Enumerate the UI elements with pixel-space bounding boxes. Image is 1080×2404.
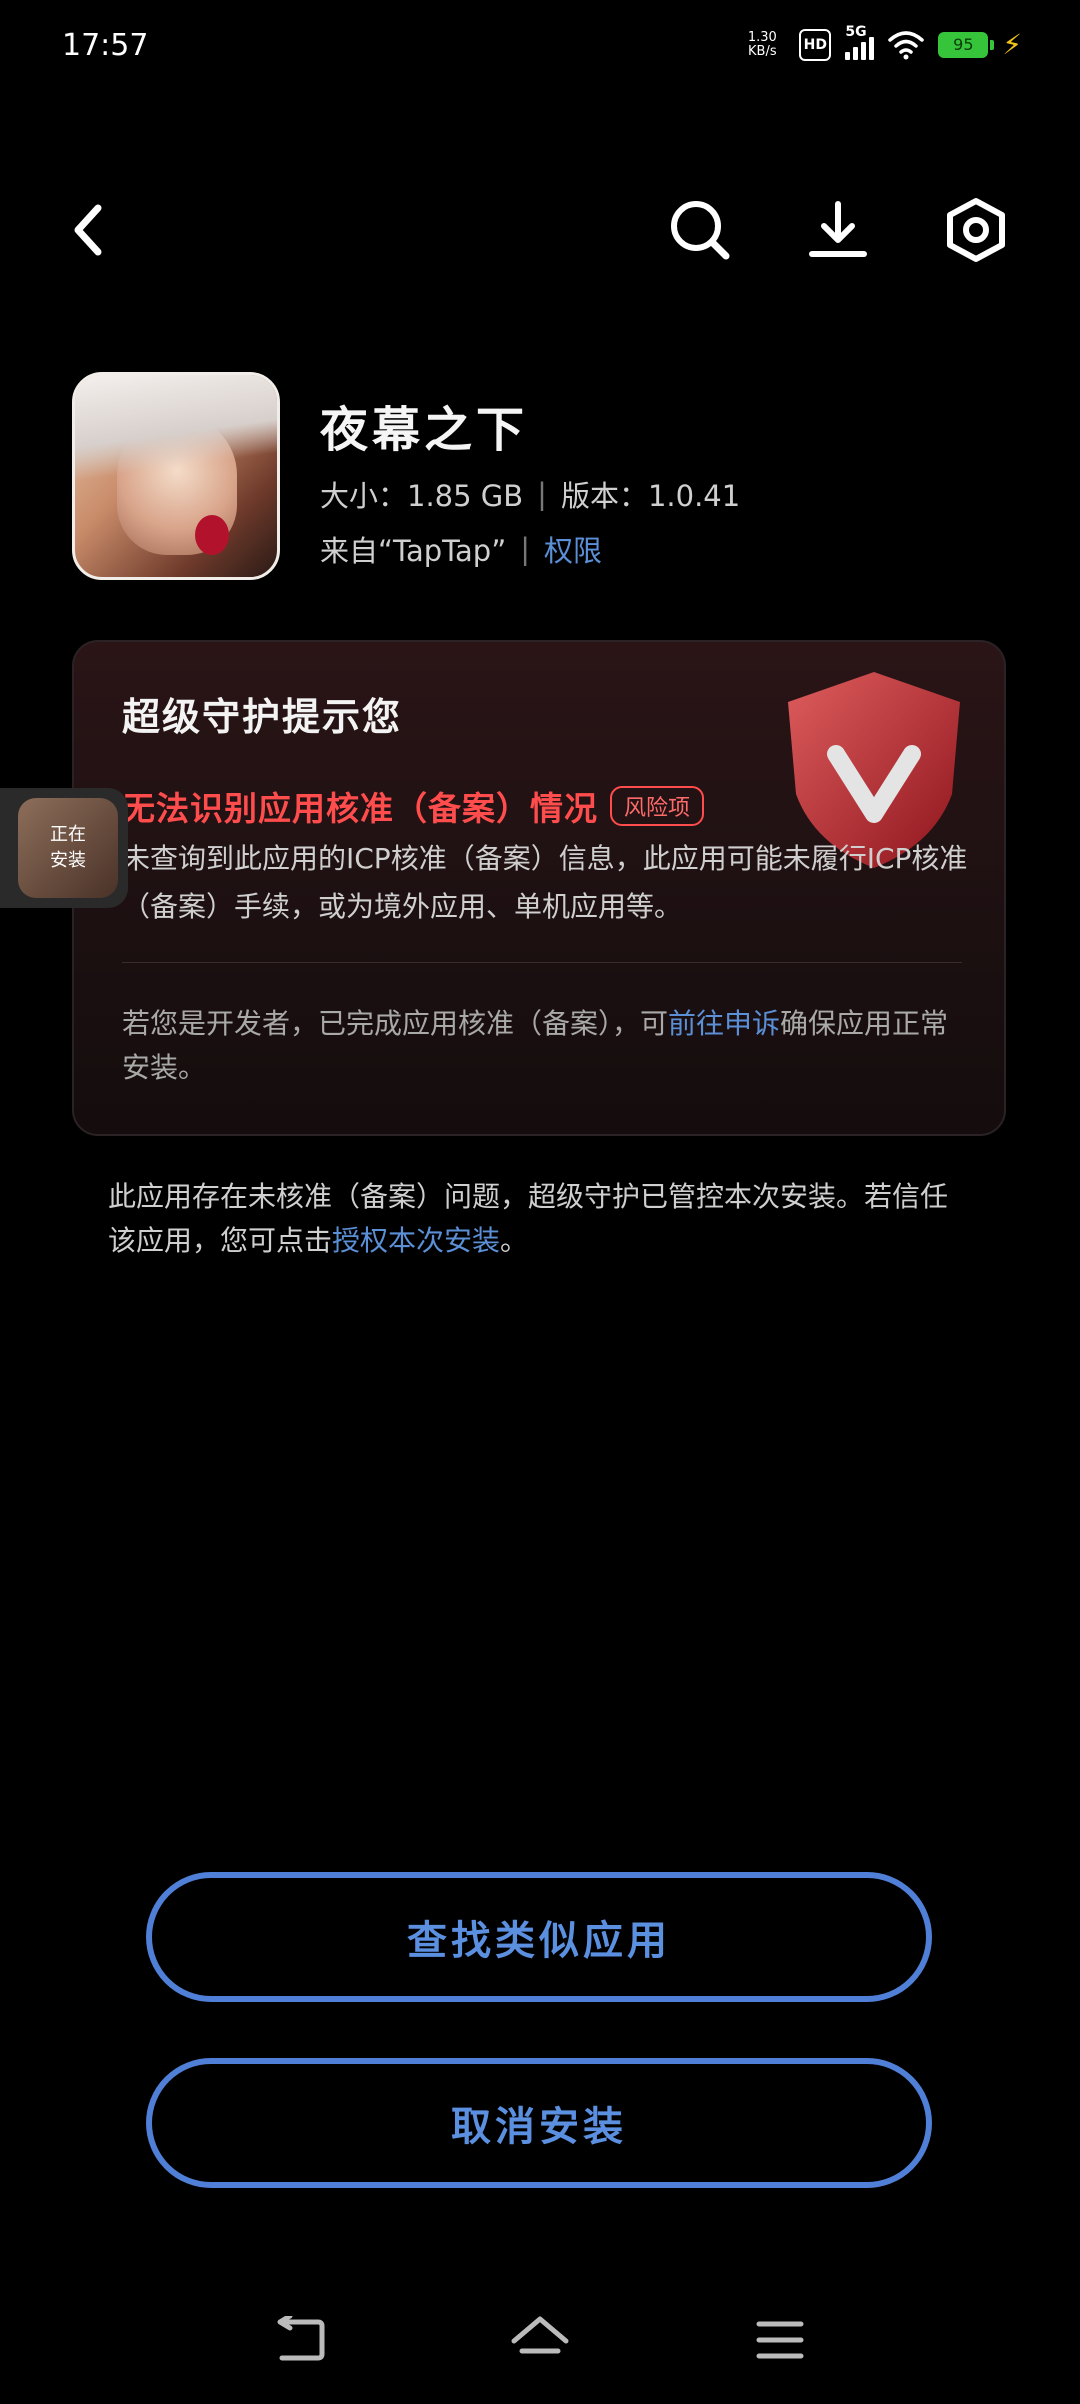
home-icon	[511, 2316, 569, 2354]
meta-separator: |	[537, 477, 547, 511]
app-meta: 大小：1.85 GB | 版本：1.0.41	[320, 473, 740, 515]
status-indicators: 1.30 KB/s HD 5G 95 ⚡	[739, 24, 1022, 62]
appeal-link[interactable]: 前往申诉	[668, 1007, 780, 1040]
back-button[interactable]	[48, 190, 128, 270]
menu-icon	[756, 2321, 804, 2359]
installing-line1: 正在	[50, 824, 86, 845]
search-icon	[671, 201, 730, 260]
download-icon	[809, 201, 867, 257]
app-icon	[72, 372, 280, 580]
version-value: 1.0.41	[647, 479, 741, 513]
back-icon	[74, 204, 102, 256]
version-label: 版本：1.0.41	[560, 479, 741, 513]
cancel-install-button[interactable]: 取消安装	[146, 2058, 932, 2188]
source-separator: |	[520, 532, 531, 566]
download-button[interactable]	[798, 190, 878, 270]
signal-label: 5G	[845, 23, 867, 40]
installing-thumbnail: 正在 安装	[18, 798, 118, 898]
settings-icon	[947, 198, 1005, 262]
installing-bubble[interactable]: 正在 安装	[0, 788, 128, 908]
settings-button[interactable]	[936, 190, 1016, 270]
nav-home-button[interactable]	[500, 2300, 580, 2380]
signal-icon: 5G	[845, 24, 875, 60]
installing-line2: 安装	[50, 850, 86, 871]
authorize-install-link[interactable]: 授权本次安装	[332, 1224, 500, 1257]
nav-back-icon	[277, 2316, 325, 2361]
nav-back-button[interactable]	[260, 2300, 340, 2380]
search-button[interactable]	[660, 190, 740, 270]
status-time: 17:57	[62, 28, 149, 63]
nav-menu-button[interactable]	[740, 2300, 820, 2380]
network-speed: 1.30 KB/s	[739, 29, 785, 59]
card-divider	[122, 962, 962, 963]
size-value: 1.85 GB	[407, 479, 524, 513]
developer-note: 若您是开发者，已完成应用核准（备案），可前往申诉确保应用正常安装。	[122, 1007, 949, 1084]
risk-title: 无法识别应用核准（备案）情况	[122, 789, 598, 828]
network-speed-unit: KB/s	[748, 43, 777, 59]
charging-icon: ⚡	[1002, 28, 1022, 61]
source-text: 来自“TapTap”	[320, 534, 507, 568]
find-similar-button[interactable]: 查找类似应用	[146, 1872, 932, 2002]
network-speed-value: 1.30	[747, 29, 777, 45]
guard-card: 超级守护提示您 无法识别应用核准（备案）情况 风险项 未查询到此应用的ICP核准…	[72, 640, 1006, 1136]
risk-badge: 风险项	[610, 786, 705, 826]
size-label: 大小：1.85 GB	[320, 479, 524, 513]
risk-line: 无法识别应用核准（备案）情况 风险项	[122, 782, 705, 830]
app-source: 来自“TapTap” | 权限	[320, 528, 602, 570]
risk-description: 未查询到此应用的ICP核准（备案）信息，此应用可能未履行ICP核准（备案）手续，…	[122, 842, 968, 923]
guard-title: 超级守护提示您	[122, 695, 403, 739]
permission-link[interactable]: 权限	[544, 528, 602, 570]
app-name: 夜幕之下	[320, 402, 529, 458]
hd-icon: HD	[799, 28, 832, 61]
footer-text: 此应用存在未核准（备案）问题，超级守护已管控本次安装。若信任该应用，您可点击授权…	[108, 1180, 949, 1257]
wifi-icon	[888, 30, 925, 59]
battery-icon: 95	[938, 31, 995, 58]
